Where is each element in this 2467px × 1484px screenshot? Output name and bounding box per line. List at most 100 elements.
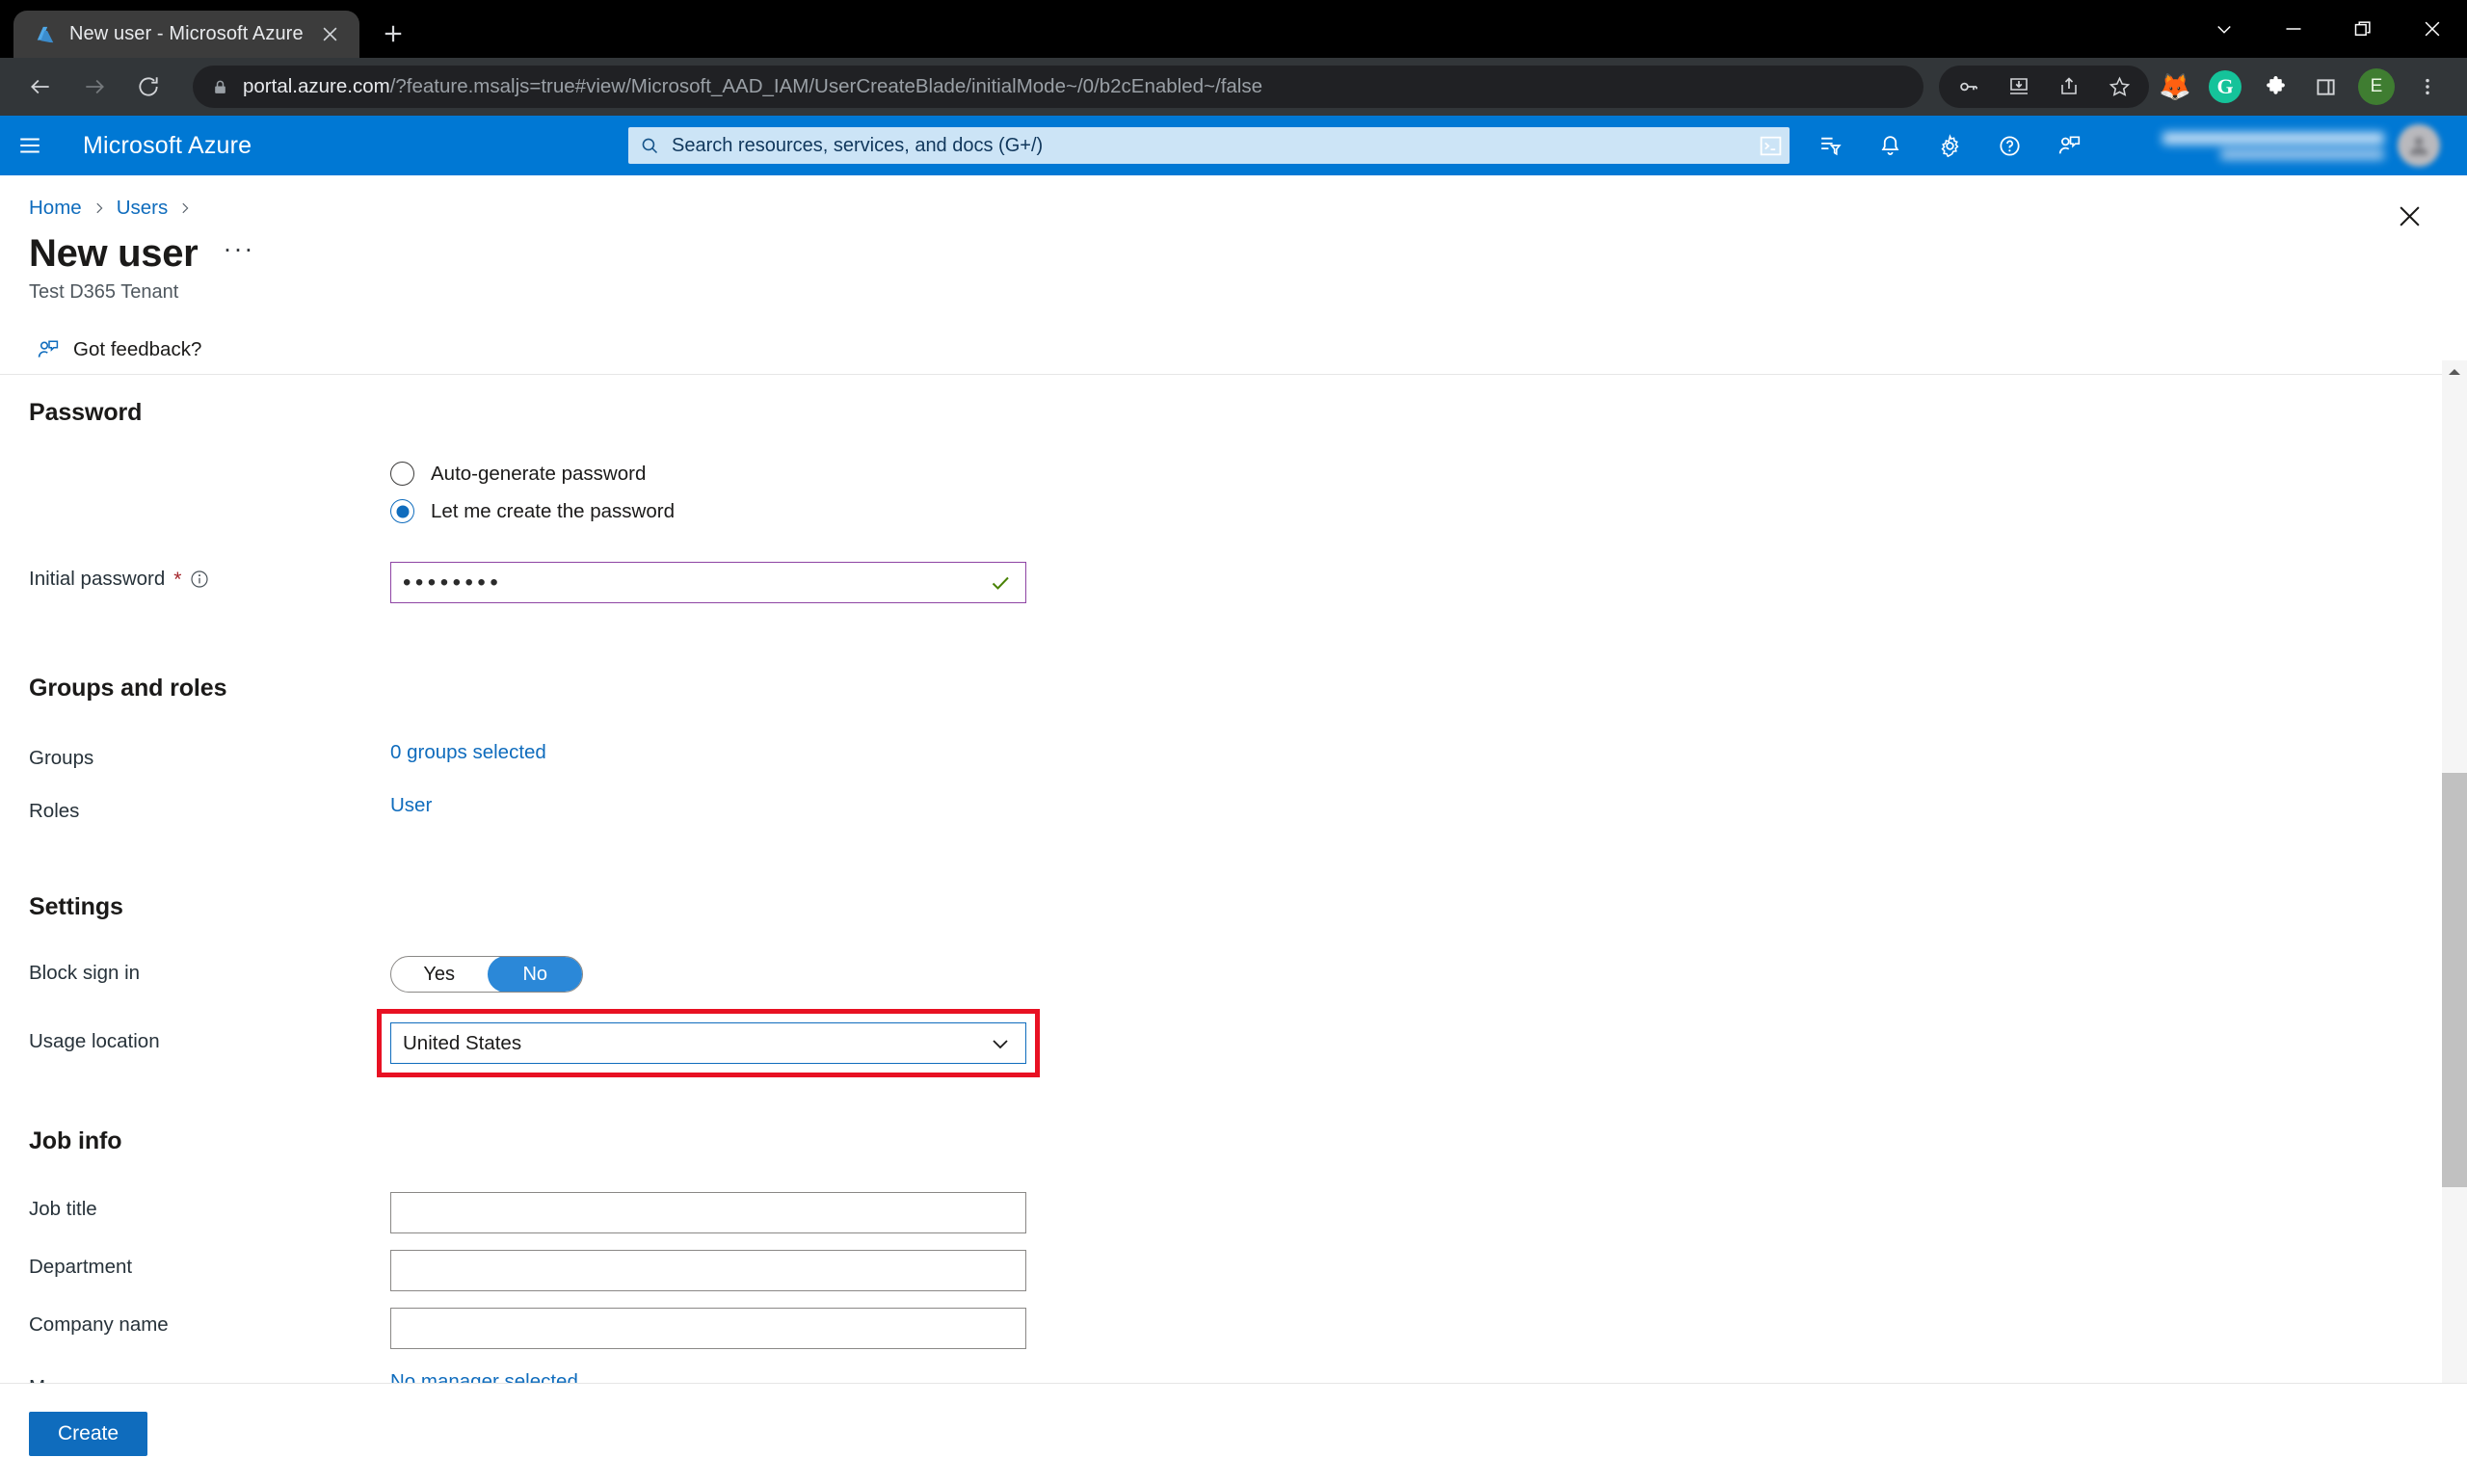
notifications-bell-icon[interactable]	[1860, 116, 1920, 175]
got-feedback-button[interactable]: Got feedback?	[37, 338, 201, 361]
feedback-icon[interactable]	[2039, 116, 2099, 175]
share-icon[interactable]	[2045, 63, 2093, 111]
roles-label: Roles	[29, 800, 80, 822]
radio-icon-selected[interactable]	[390, 499, 414, 523]
close-icon[interactable]	[2398, 0, 2467, 58]
address-bar-url: portal.azure.com/?feature.msaljs=true#vi…	[243, 75, 1262, 98]
chevron-down-icon[interactable]	[2189, 0, 2259, 58]
install-icon[interactable]	[1995, 63, 2043, 111]
scrollbar-thumb[interactable]	[2442, 773, 2467, 1187]
radio-let-me-create-the-password[interactable]: Let me create the password	[390, 499, 2467, 523]
side-panel-icon[interactable]	[2301, 63, 2349, 111]
manager-link[interactable]: No manager selected	[390, 1370, 578, 1383]
usage-location-highlight-annotation: United States	[377, 1009, 1040, 1077]
department-row: Department	[29, 1250, 2467, 1291]
toggle-option-yes[interactable]: Yes	[391, 957, 488, 992]
blade-title-row: New user ···	[29, 232, 2467, 276]
restore-icon[interactable]	[2328, 0, 2398, 58]
bookmark-star-icon[interactable]	[2095, 63, 2143, 111]
feedback-icon	[37, 338, 60, 361]
section-heading-job-info: Job info	[29, 1127, 122, 1154]
block-sign-in-toggle[interactable]: Yes No	[390, 956, 583, 993]
blade-close-icon[interactable]	[2388, 195, 2430, 237]
forward-arrow-icon[interactable]	[69, 62, 119, 112]
back-arrow-icon[interactable]	[15, 62, 66, 112]
section-heading-password: Password	[29, 399, 143, 426]
metamask-fox-icon[interactable]: 🦊	[2151, 63, 2199, 111]
usage-location-dropdown[interactable]: United States	[390, 1022, 1026, 1064]
breadcrumb-item-home[interactable]: Home	[29, 197, 82, 220]
url-path: /?feature.msaljs=true#view/Microsoft_AAD…	[389, 75, 1262, 97]
empty-label	[29, 462, 390, 467]
toggle-option-no[interactable]: No	[487, 957, 582, 992]
extensions-puzzle-icon[interactable]	[2251, 63, 2299, 111]
browser-toolbar: portal.azure.com/?feature.msaljs=true#vi…	[0, 58, 2467, 116]
blade-footer: Create	[0, 1383, 2467, 1484]
directories-subscriptions-icon[interactable]	[1800, 116, 1860, 175]
new-user-blade: Home Users New user ··· Test D365 Tenant	[0, 175, 2467, 1484]
global-search-placeholder: Search resources, services, and docs (G+…	[672, 134, 1044, 156]
chevron-down-icon[interactable]	[989, 1032, 1012, 1055]
toolbar-actions: 🦊 G E	[1939, 63, 2452, 111]
blade-more-menu[interactable]: ···	[223, 236, 254, 272]
avatar[interactable]	[2398, 124, 2440, 167]
toolbar-action-group	[1939, 66, 2149, 108]
new-tab-button[interactable]	[371, 12, 415, 56]
grammarly-icon[interactable]: G	[2201, 63, 2249, 111]
blade-subtitle: Test D365 Tenant	[29, 281, 179, 303]
checkmark-icon	[989, 571, 1012, 595]
groups-row: Groups 0 groups selected	[29, 741, 2467, 770]
three-dot-menu-icon[interactable]	[2403, 63, 2452, 111]
cloud-shell-icon[interactable]	[1740, 116, 1800, 175]
usage-location-label: Usage location	[29, 1030, 160, 1052]
tab-title: New user - Microsoft Azure	[69, 23, 304, 44]
roles-row: Roles User	[29, 794, 2467, 823]
label-text: Initial password	[29, 568, 166, 590]
empty-label	[29, 499, 390, 505]
tab-close-icon[interactable]	[317, 21, 344, 48]
chevron-right-icon	[178, 201, 192, 215]
groups-label: Groups	[29, 747, 94, 769]
content-scrollbar[interactable]	[2442, 360, 2467, 1484]
account-tenant	[2220, 148, 2384, 160]
blade-header: Home Users New user ··· Test D365 Tenant	[0, 175, 2467, 304]
address-bar[interactable]: portal.azure.com/?feature.msaljs=true#vi…	[193, 66, 1923, 108]
company-name-row: Company name	[29, 1308, 2467, 1349]
page-title: New user	[29, 232, 199, 275]
lock-icon	[212, 79, 229, 95]
reload-icon[interactable]	[123, 62, 173, 112]
azure-header-actions	[1740, 116, 2467, 175]
hamburger-menu-icon[interactable]	[0, 116, 60, 175]
breadcrumb: Home Users	[29, 197, 2467, 220]
browser-tab[interactable]: New user - Microsoft Azure	[13, 11, 359, 58]
account-info[interactable]	[2099, 120, 2398, 171]
radio-label: Auto-generate password	[431, 462, 647, 485]
url-domain: portal.azure.com	[243, 75, 390, 97]
radio-auto-generate-password[interactable]: Auto-generate password	[390, 462, 2467, 486]
breadcrumb-item-users[interactable]: Users	[117, 197, 169, 220]
department-input[interactable]	[390, 1250, 1026, 1291]
info-icon[interactable]	[190, 570, 209, 589]
job-title-label: Job title	[29, 1198, 97, 1220]
initial-password-input[interactable]: ••••••••	[390, 562, 1026, 603]
minimize-icon[interactable]	[2259, 0, 2328, 58]
azure-brand-label[interactable]: Microsoft Azure	[83, 132, 252, 160]
auto-generate-password-row: Auto-generate password	[29, 462, 2467, 486]
browser-window: New user - Microsoft Azure portal.azure.…	[0, 0, 2467, 1484]
section-heading-groups-roles: Groups and roles	[29, 675, 227, 702]
job-title-input[interactable]	[390, 1192, 1026, 1233]
scroll-up-arrow-icon[interactable]	[2447, 360, 2462, 378]
company-name-input[interactable]	[390, 1308, 1026, 1349]
settings-gear-icon[interactable]	[1920, 116, 1979, 175]
global-search-input[interactable]: Search resources, services, and docs (G+…	[628, 127, 1790, 164]
initial-password-row: Initial password * ••••••••	[29, 562, 2467, 603]
help-question-icon[interactable]	[1979, 116, 2039, 175]
groups-selected-link[interactable]: 0 groups selected	[390, 741, 546, 763]
profile-avatar[interactable]: E	[2358, 68, 2395, 105]
initial-password-label: Initial password *	[29, 562, 390, 591]
account-name	[2162, 131, 2384, 145]
radio-icon[interactable]	[390, 462, 414, 486]
key-icon[interactable]	[1945, 63, 1993, 111]
roles-link[interactable]: User	[390, 794, 432, 816]
create-button[interactable]: Create	[29, 1412, 148, 1456]
